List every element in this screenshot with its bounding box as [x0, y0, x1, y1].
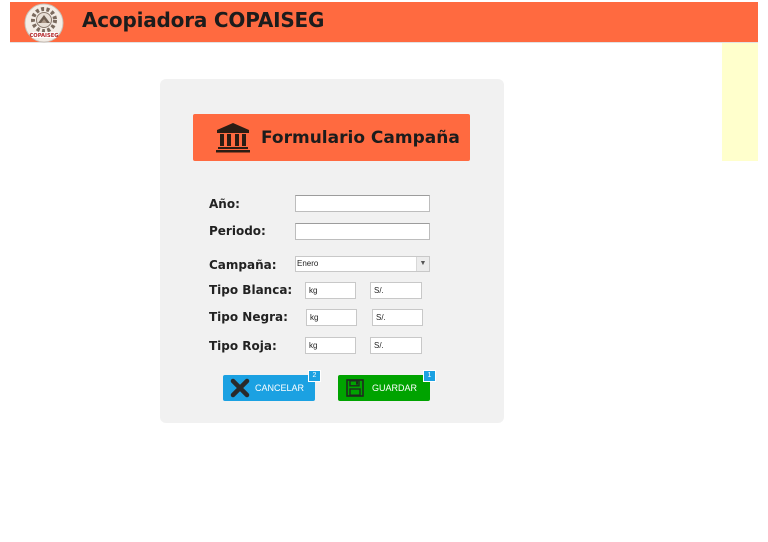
copaiseg-logo: COPAISEG: [24, 3, 64, 43]
tipo-blanca-kg-input[interactable]: kg: [305, 282, 356, 299]
periodo-input[interactable]: [295, 223, 430, 240]
form-title: Formulario Campaña: [261, 128, 460, 148]
campana-select[interactable]: Enero ▼: [295, 256, 430, 272]
anio-input[interactable]: [295, 195, 430, 212]
app-title: Acopiadora COPAISEG: [82, 8, 325, 32]
tipo-roja-soles-input[interactable]: S/.: [370, 337, 422, 354]
campana-label: Campaña:: [209, 258, 277, 272]
campaign-form-panel: Formulario Campaña Año: Periodo: Campaña…: [160, 79, 504, 423]
side-note-panel: [722, 43, 758, 161]
periodo-label: Periodo:: [209, 224, 266, 238]
anio-label: Año:: [209, 197, 240, 211]
tipo-negra-soles-input[interactable]: S/.: [372, 309, 423, 326]
cancel-shortcut-badge: 2: [308, 370, 321, 382]
tipo-blanca-label: Tipo Blanca:: [209, 283, 293, 297]
tipo-blanca-soles-input[interactable]: S/.: [370, 282, 422, 299]
svg-text:COPAISEG: COPAISEG: [29, 33, 58, 39]
app-header: COPAISEG Acopiadora COPAISEG: [10, 2, 758, 43]
tipo-negra-kg-input[interactable]: kg: [306, 309, 357, 326]
tipo-roja-label: Tipo Roja:: [209, 339, 277, 353]
save-shortcut-badge: 1: [423, 370, 436, 382]
cancel-button[interactable]: CANCELAR 2: [223, 370, 321, 401]
chevron-down-icon[interactable]: ▼: [416, 257, 429, 271]
save-button[interactable]: GUARDAR 1: [338, 370, 436, 401]
tipo-negra-label: Tipo Negra:: [209, 310, 288, 324]
close-icon: [230, 378, 250, 398]
form-header: Formulario Campaña: [193, 114, 470, 161]
campana-selected-value: Enero: [297, 259, 319, 268]
cancel-button-label: CANCELAR: [255, 383, 305, 393]
floppy-disk-icon: [345, 378, 365, 398]
bank-icon: [215, 121, 251, 153]
tipo-roja-kg-input[interactable]: kg: [305, 337, 356, 354]
save-button-label: GUARDAR: [372, 383, 418, 393]
